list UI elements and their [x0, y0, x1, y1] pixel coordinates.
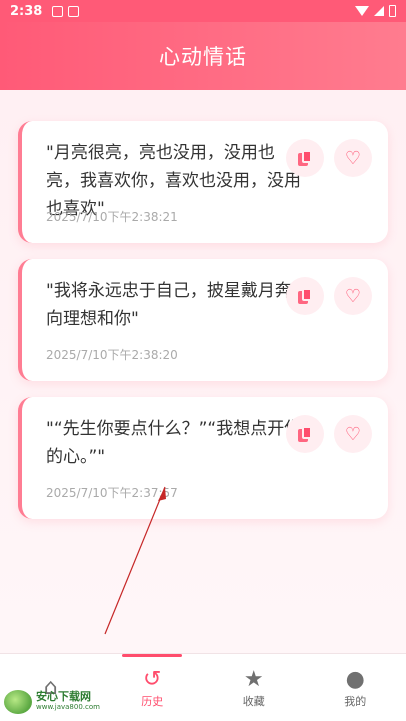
- copy-button[interactable]: [286, 415, 324, 453]
- copy-icon: [298, 426, 312, 442]
- tab-history[interactable]: ↺ 历史: [102, 654, 204, 721]
- tab-home[interactable]: ⌂: [0, 654, 102, 721]
- heart-icon: ♡: [344, 147, 362, 169]
- quote-card[interactable]: "我将永远忠于自己，披星戴月奔向理想和你" 2025/7/10下午2:38:20…: [18, 259, 388, 381]
- history-icon: ↺: [143, 666, 162, 692]
- tab-mine[interactable]: ● 我的: [305, 654, 406, 721]
- app-header: 心动情话: [0, 22, 406, 90]
- signal-icon: [374, 6, 384, 16]
- quote-time: 2025/7/10下午2:37:57: [46, 486, 178, 500]
- page-title: 心动情话: [159, 45, 247, 69]
- wifi-icon: [355, 6, 369, 16]
- tab-label: 收藏: [242, 694, 265, 708]
- quote-text: "“先生你要点什么？”“我想点开你的心。”": [46, 419, 302, 467]
- battery-icon: [389, 5, 396, 17]
- copy-button[interactable]: [286, 277, 324, 315]
- history-list[interactable]: "月亮很亮，亮也没用，没用也亮，我喜欢你，喜欢也没用，没用也喜欢" 2025/7…: [0, 90, 406, 653]
- quote-card[interactable]: "“先生你要点什么？”“我想点开你的心。”" 2025/7/10下午2:37:5…: [18, 397, 388, 519]
- copy-button[interactable]: [286, 139, 324, 177]
- status-time: 2:38: [10, 3, 43, 19]
- copy-icon: [298, 288, 312, 304]
- tab-label: 历史: [141, 694, 164, 708]
- quote-text: "我将永远忠于自己，披星戴月奔向理想和你": [46, 281, 292, 329]
- heart-icon: ♡: [344, 423, 362, 445]
- person-icon: ●: [345, 666, 365, 692]
- notification-icon: [52, 5, 64, 17]
- active-tab-indicator: [122, 654, 183, 657]
- quote-time: 2025/7/10下午2:38:21: [46, 210, 178, 224]
- favorite-button[interactable]: ♡: [334, 139, 372, 177]
- quote-time: 2025/7/10下午2:38:20: [46, 348, 178, 362]
- quote-card[interactable]: "月亮很亮，亮也没用，没用也亮，我喜欢你，喜欢也没用，没用也喜欢" 2025/7…: [18, 121, 388, 243]
- star-icon: ★: [243, 666, 264, 692]
- tab-label: 我的: [344, 694, 367, 708]
- copy-icon: [298, 150, 312, 166]
- heart-icon: ♡: [344, 285, 362, 307]
- favorite-button[interactable]: ♡: [334, 415, 372, 453]
- image-notification-icon: [68, 5, 80, 17]
- tab-favorites[interactable]: ★ 收藏: [203, 654, 305, 721]
- favorite-button[interactable]: ♡: [334, 277, 372, 315]
- status-bar: 2:38: [0, 0, 406, 22]
- home-icon: ⌂: [43, 674, 58, 700]
- bottom-tab-bar: ⌂ ↺ 历史 ★ 收藏 ● 我的: [0, 653, 406, 721]
